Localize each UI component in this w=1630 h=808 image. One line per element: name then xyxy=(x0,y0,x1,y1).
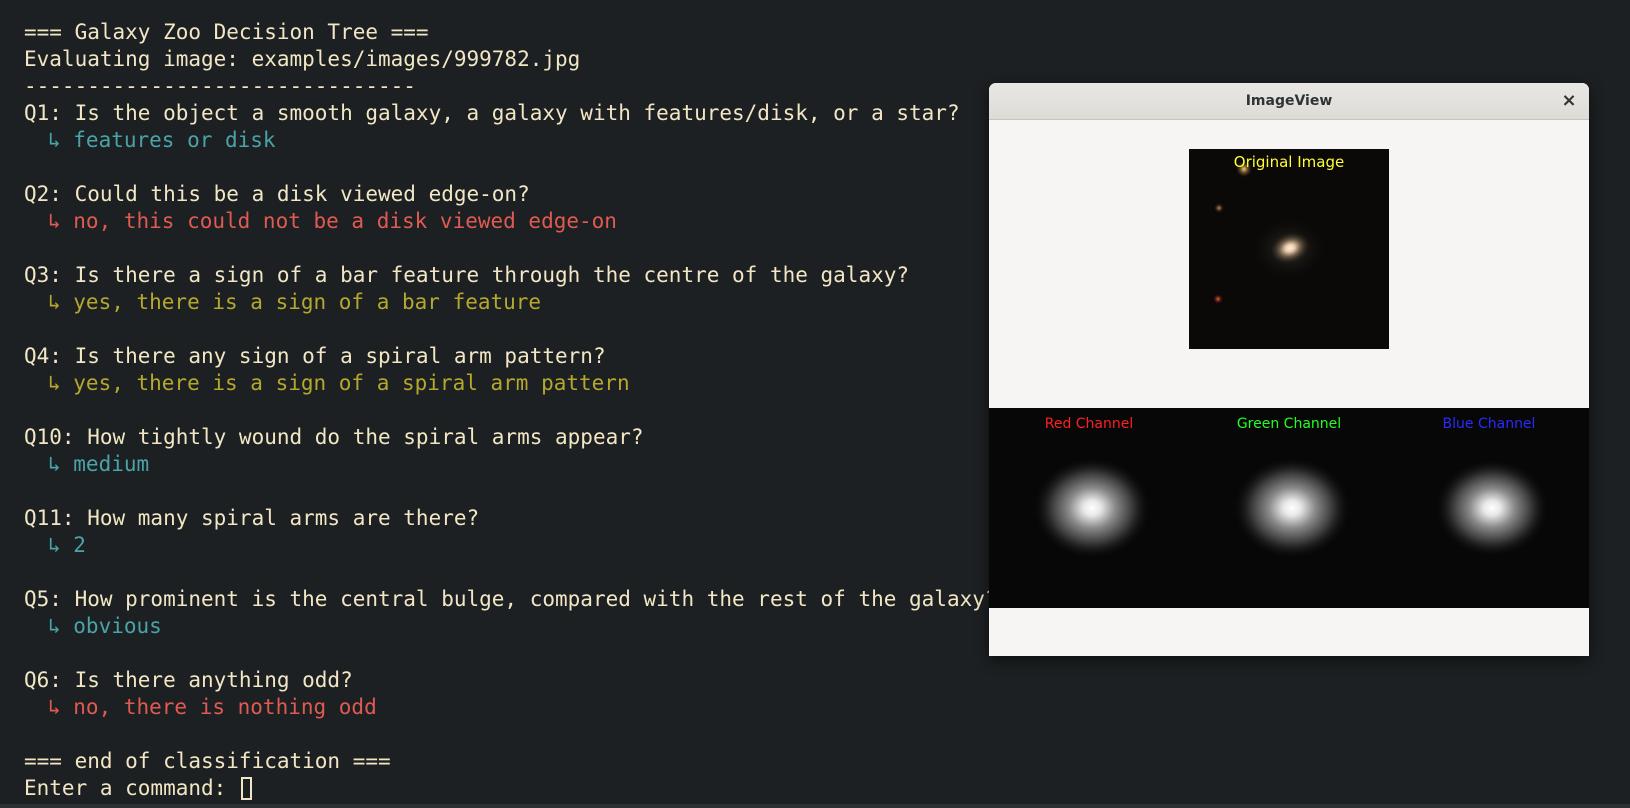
evaluating-line: Evaluating image: examples/images/999782… xyxy=(24,47,581,71)
blue-channel-panel: Blue Channel xyxy=(1389,408,1589,608)
original-galaxy-image xyxy=(1189,149,1389,349)
prompt-text: Enter a command: xyxy=(24,776,239,800)
answer-text: ↳ no, there is nothing odd xyxy=(48,695,377,719)
footer-line: === end of classification === xyxy=(24,749,391,773)
channels-strip: Red Channel Green Channel Blue Channel xyxy=(989,408,1589,608)
red-channel-panel: Red Channel xyxy=(989,408,1189,608)
question-text: Q6: Is there anything odd? xyxy=(24,668,353,692)
text-cursor[interactable] xyxy=(240,777,252,800)
window-titlebar[interactable]: ImageView × xyxy=(989,83,1589,120)
original-image-panel: Original Image xyxy=(1189,149,1389,349)
green-channel-panel: Green Channel xyxy=(1189,408,1389,608)
blue-channel-label: Blue Channel xyxy=(1442,416,1536,432)
window-title: ImageView xyxy=(1245,93,1333,109)
close-icon[interactable]: × xyxy=(1559,83,1579,119)
imageview-window[interactable]: ImageView × Original Image Red Channel G… xyxy=(989,83,1589,656)
original-image-label: Original Image xyxy=(1233,153,1345,171)
header-line: === Galaxy Zoo Decision Tree === xyxy=(24,20,429,44)
qa-block-8: Q6: Is there anything odd? ↳ no, there i… xyxy=(24,667,1630,748)
red-channel-label: Red Channel xyxy=(1044,416,1134,432)
command-prompt-line[interactable]: Enter a command: xyxy=(24,775,1630,802)
green-channel-label: Green Channel xyxy=(1236,416,1342,432)
terminal-bottom-edge xyxy=(0,804,1630,808)
